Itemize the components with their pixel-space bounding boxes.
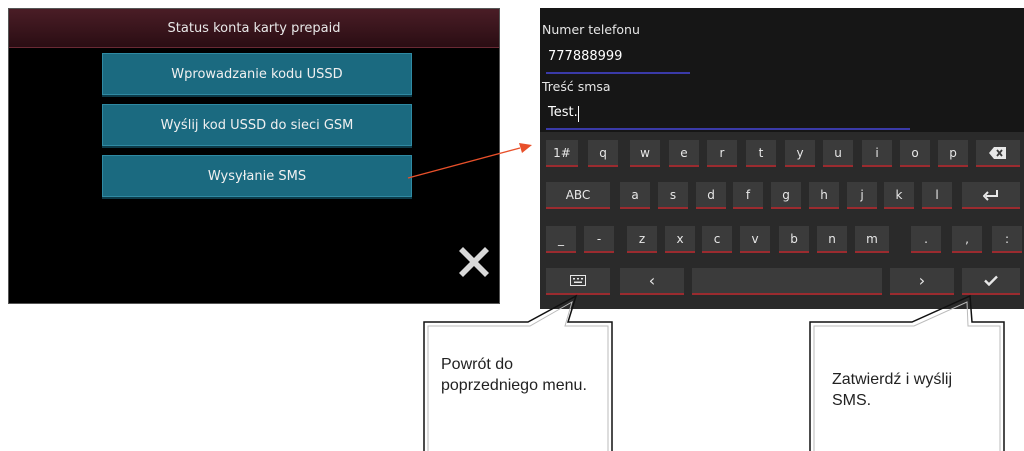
key-f[interactable]: f (733, 182, 763, 209)
cursor-left-key[interactable]: ‹ (620, 268, 684, 295)
sms-screen: Numer telefonu 777888999 Treść smsa Test… (540, 8, 1024, 309)
key-underscore[interactable]: _ (546, 226, 576, 253)
key-j[interactable]: j (847, 182, 877, 209)
key-s[interactable]: s (658, 182, 688, 209)
cursor-right-key[interactable]: › (890, 268, 954, 295)
keyboard-icon (570, 275, 586, 286)
key-m[interactable]: m (855, 226, 889, 253)
backspace-icon (989, 146, 1006, 159)
phone-label: Numer telefonu (542, 22, 640, 37)
chevron-left-icon: ‹ (648, 271, 656, 290)
key-g[interactable]: g (771, 182, 801, 209)
key-l[interactable]: l (922, 182, 952, 209)
keyboard-toggle-key[interactable] (546, 268, 610, 295)
key-colon[interactable]: : (992, 226, 1022, 253)
key-p[interactable]: p (938, 140, 968, 167)
backspace-key[interactable] (976, 140, 1020, 167)
key-b[interactable]: b (779, 226, 809, 253)
key-dash[interactable]: - (584, 226, 614, 253)
key-c[interactable]: c (702, 226, 732, 253)
key-a[interactable]: a (620, 182, 650, 209)
key-y[interactable]: y (785, 140, 815, 167)
key-comma[interactable]: , (952, 226, 982, 253)
key-w[interactable]: w (630, 140, 660, 167)
key-period[interactable]: . (911, 226, 941, 253)
close-x-icon[interactable] (457, 245, 491, 279)
callout-confirm-text: Zatwierdź i wyślij SMS. (832, 371, 953, 409)
key-q[interactable]: q (588, 140, 618, 167)
text-caret (578, 106, 579, 122)
prepaid-status-screen: Status konta karty prepaid Wprowadzanie … (8, 8, 500, 304)
key-x[interactable]: x (665, 226, 695, 253)
key-e[interactable]: e (669, 140, 699, 167)
key-i[interactable]: i (862, 140, 892, 167)
checkmark-icon (984, 275, 998, 286)
callout-back-text: Powrót do poprzedniego menu. (441, 356, 587, 394)
on-screen-keyboard: 1# q w e r t y u i o p ABC a s d f g h j… (540, 132, 1024, 309)
key-n[interactable]: n (817, 226, 847, 253)
key-u[interactable]: u (823, 140, 853, 167)
key-d[interactable]: d (696, 182, 726, 209)
message-field-underline (546, 128, 910, 130)
key-abc[interactable]: ABC (546, 182, 610, 209)
enter-icon (983, 189, 998, 201)
ussd-input-button[interactable]: Wprowadzanie kodu USSD (102, 53, 412, 95)
message-field[interactable]: Test. (548, 105, 578, 120)
phone-field[interactable]: 777888999 (548, 49, 622, 64)
key-v[interactable]: v (740, 226, 770, 253)
chevron-right-icon: › (918, 271, 926, 290)
enter-key[interactable] (962, 182, 1020, 209)
confirm-key[interactable] (962, 268, 1020, 295)
key-o[interactable]: o (900, 140, 930, 167)
space-key[interactable] (692, 268, 882, 295)
send-sms-button[interactable]: Wysyłanie SMS (102, 155, 412, 197)
screen-title: Status konta karty prepaid (9, 9, 499, 48)
key-h[interactable]: h (809, 182, 839, 209)
key-r[interactable]: r (707, 140, 737, 167)
message-label: Treść smsa (542, 79, 611, 94)
phone-field-underline (546, 72, 690, 74)
key-t[interactable]: t (746, 140, 776, 167)
send-ussd-button[interactable]: Wyślij kod USSD do sieci GSM (102, 104, 412, 146)
key-symbols[interactable]: 1# (546, 140, 578, 167)
key-z[interactable]: z (627, 226, 657, 253)
key-k[interactable]: k (884, 182, 914, 209)
